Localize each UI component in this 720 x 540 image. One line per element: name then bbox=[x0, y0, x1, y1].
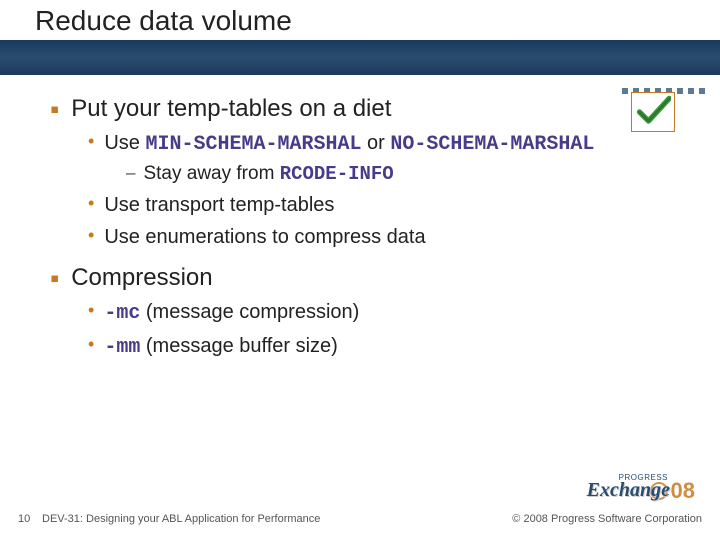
footer-session-title: DEV-31: Designing your ABL Application f… bbox=[42, 513, 320, 525]
bullet-text: Stay away from RCODE-INFO bbox=[143, 162, 393, 187]
title-underline bbox=[0, 40, 720, 75]
logo-year-text: 08 bbox=[671, 478, 695, 504]
bullet-text: Compression bbox=[71, 264, 212, 293]
text-fragment: (message buffer size) bbox=[140, 335, 338, 357]
dot-bullet-icon: • bbox=[88, 192, 94, 215]
code-fragment: -mc bbox=[104, 302, 140, 325]
bullet-text: -mc (message compression) bbox=[104, 299, 359, 327]
code-fragment: MIN-SCHEMA-MARSHAL bbox=[145, 133, 361, 156]
code-fragment: RCODE-INFO bbox=[280, 163, 394, 185]
text-fragment: Stay away from bbox=[143, 163, 279, 184]
sub2-bullet-rcode: – Stay away from RCODE-INFO bbox=[126, 162, 670, 187]
code-fragment: -mm bbox=[104, 336, 140, 359]
title-bar: Reduce data volume bbox=[0, 0, 720, 60]
dot-bullet-icon: • bbox=[88, 333, 94, 356]
content-area: ▪ Put your temp-tables on a diet • Use M… bbox=[50, 95, 670, 361]
exchange-logo: PROGRESS Exchange 08 bbox=[540, 470, 690, 510]
text-fragment: or bbox=[361, 132, 390, 154]
sub-bullet-min-schema: • Use MIN-SCHEMA-MARSHAL or NO-SCHEMA-MA… bbox=[88, 130, 670, 158]
sub-bullet-enumerations: • Use enumerations to compress data bbox=[88, 224, 670, 250]
square-bullet-icon: ▪ bbox=[50, 95, 59, 124]
square-bullet-icon: ▪ bbox=[50, 264, 59, 293]
bullet-text: Put your temp-tables on a diet bbox=[71, 95, 391, 124]
logo-exchange-text: Exchange bbox=[587, 479, 670, 502]
slide-title: Reduce data volume bbox=[35, 5, 292, 37]
slide: Reduce data volume ▪ Put your temp-table… bbox=[0, 0, 720, 540]
bullet-text: Use transport temp-tables bbox=[104, 192, 334, 218]
text-fragment: Use bbox=[104, 132, 145, 154]
bullet-text: -mm (message buffer size) bbox=[104, 333, 338, 361]
text-fragment: (message compression) bbox=[140, 301, 359, 323]
dot-bullet-icon: • bbox=[88, 299, 94, 322]
dot-bullet-icon: • bbox=[88, 130, 94, 153]
footer-copyright: © 2008 Progress Software Corporation bbox=[512, 513, 702, 525]
bullet-text: Use MIN-SCHEMA-MARSHAL or NO-SCHEMA-MARS… bbox=[104, 130, 594, 158]
page-number: 10 bbox=[18, 513, 30, 525]
sub-bullet-mc: • -mc (message compression) bbox=[88, 299, 670, 327]
bullet-temp-tables: ▪ Put your temp-tables on a diet bbox=[50, 95, 670, 124]
bullet-compression: ▪ Compression bbox=[50, 264, 670, 293]
sub-bullet-transport: • Use transport temp-tables bbox=[88, 192, 670, 218]
code-fragment: NO-SCHEMA-MARSHAL bbox=[390, 133, 594, 156]
dash-bullet-icon: – bbox=[126, 162, 135, 184]
sub-bullet-mm: • -mm (message buffer size) bbox=[88, 333, 670, 361]
dot-bullet-icon: • bbox=[88, 224, 94, 247]
bullet-text: Use enumerations to compress data bbox=[104, 224, 425, 250]
